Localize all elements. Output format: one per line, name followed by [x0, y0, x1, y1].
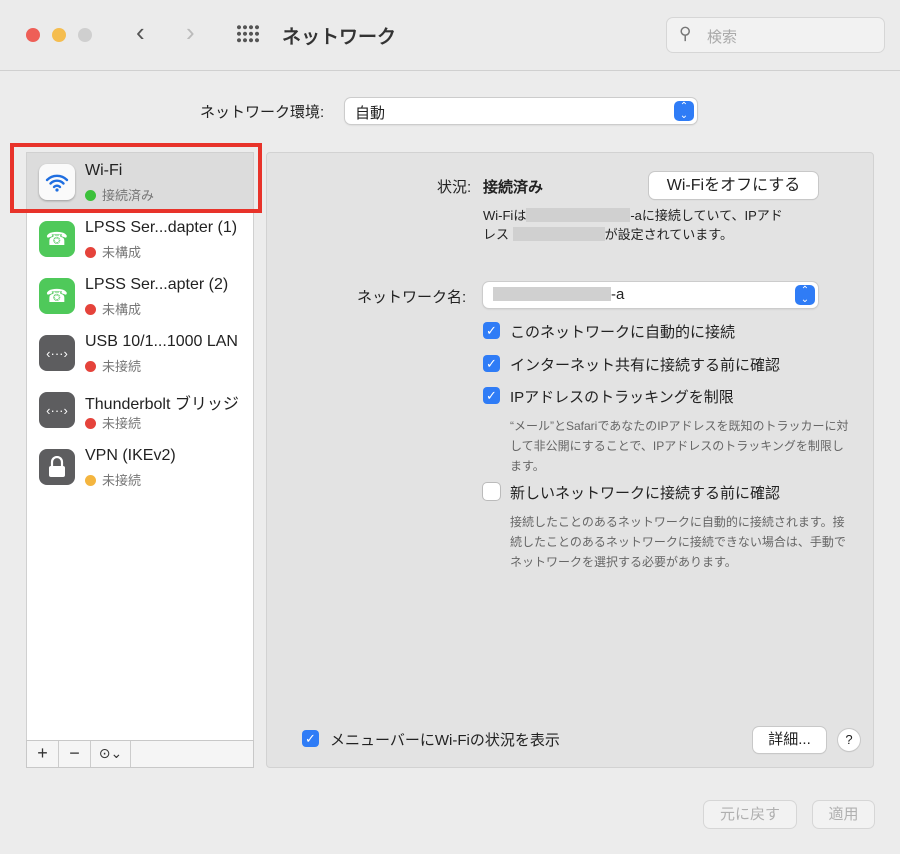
location-label: ネットワーク環境: [200, 104, 325, 121]
redacted-ssid [493, 287, 611, 301]
title-bar: ‹ › ネットワーク ⚲ 検索 [0, 0, 900, 71]
service-item-lpss-2[interactable]: ☎ LPSS Ser...apter (2) 未構成 [27, 267, 253, 324]
service-name: LPSS Ser...apter (2) [85, 276, 229, 293]
zoom-button[interactable] [78, 28, 92, 42]
phone-icon: ☎ [39, 221, 75, 257]
status-value: 接続済み [483, 179, 544, 196]
service-name: Thunderbolt ブリッジ [85, 396, 239, 413]
ethernet-icon: ‹···› [39, 392, 75, 428]
network-name-value: -a [611, 286, 625, 303]
lock-icon [39, 449, 75, 485]
service-name: USB 10/1...1000 LAN [85, 333, 238, 350]
remove-service-button[interactable]: − [59, 741, 91, 767]
tracking-note: “メール”とSafariであなたのIPアドレスを既知のトラッカーに対して非公開に… [510, 419, 849, 473]
desc-text: Wi-Fiは [483, 208, 527, 223]
redacted-ip [512, 227, 605, 241]
wifi-off-button[interactable]: Wi-Fiをオフにする [649, 172, 818, 199]
service-status: 未接続 [102, 416, 142, 431]
close-button[interactable] [26, 28, 40, 42]
minimize-button[interactable] [52, 28, 66, 42]
service-status: 未構成 [102, 245, 142, 260]
service-status: 未接続 [102, 473, 142, 488]
status-label: 状況: [437, 179, 472, 196]
status-dot [85, 247, 96, 258]
desc-text: が設定されています。 [604, 227, 733, 242]
search-icon: ⚲ [679, 24, 692, 43]
more-actions-button[interactable]: ⊙⌄ [91, 741, 131, 767]
stepper-icon: ⌃ ⌄ [795, 285, 815, 305]
window-title: ネットワーク [282, 27, 397, 48]
service-list: Wi-Fi 接続済み ☎ LPSS Ser...dapter (1) 未構成 ☎… [26, 152, 254, 741]
ask-new-network-label: 新しいネットワークに接続する前に確認 [510, 485, 781, 502]
service-item-thunderbolt[interactable]: ‹···› Thunderbolt ブリッジ 未接続 [27, 381, 253, 438]
advanced-button[interactable]: 詳細... [753, 727, 826, 753]
back-button[interactable]: ‹ [136, 17, 145, 48]
ask-new-network-checkbox[interactable] [483, 483, 500, 500]
list-toolbar: + − ⊙⌄ [26, 740, 254, 768]
grid-icon[interactable] [236, 24, 260, 44]
redacted-ssid [526, 208, 631, 222]
auto-join-checkbox[interactable]: ✓ [483, 322, 500, 339]
phone-icon: ☎ [39, 278, 75, 314]
new-network-note: 接続したことのあるネットワークに自動的に接続されます。接続したことのあるネットワ… [510, 515, 846, 569]
search-input[interactable]: ⚲ 検索 [666, 17, 885, 53]
service-status: 未構成 [102, 302, 142, 317]
ethernet-icon: ‹···› [39, 335, 75, 371]
location-value: 自動 [355, 105, 386, 122]
search-placeholder: 検索 [707, 29, 738, 46]
revert-button[interactable]: 元に戻す [704, 801, 796, 828]
show-in-menubar-checkbox[interactable]: ✓ [302, 730, 319, 747]
add-service-button[interactable]: + [27, 741, 59, 767]
status-description: Wi-Fiは -aに接続していて、IPアド レス が設定されています。 [483, 206, 823, 244]
hotspot-confirm-label: インターネット共有に接続する前に確認 [510, 357, 781, 374]
show-in-menubar-label: メニューバーにWi-Fiの状況を表示 [330, 732, 560, 749]
network-name-label: ネットワーク名: [357, 289, 467, 306]
service-status: 未接続 [102, 359, 142, 374]
service-item-vpn[interactable]: VPN (IKEv2) 未接続 [27, 438, 253, 495]
limit-tracking-label: IPアドレスのトラッキングを制限 [510, 389, 734, 406]
service-item-usb-lan[interactable]: ‹···› USB 10/1...1000 LAN 未接続 [27, 324, 253, 381]
highlight-box [10, 143, 262, 213]
status-dot [85, 361, 96, 372]
status-dot [85, 475, 96, 486]
location-select[interactable]: 自動 ⌃ ⌄ [345, 98, 697, 124]
forward-button[interactable]: › [186, 17, 195, 48]
auto-join-label: このネットワークに自動的に接続 [510, 324, 736, 341]
desc-text: -aに接続していて、IPアド [630, 208, 783, 223]
limit-tracking-checkbox[interactable]: ✓ [483, 387, 500, 404]
network-name-select[interactable]: -a ⌃ ⌄ [483, 282, 818, 308]
help-button[interactable]: ? [838, 729, 860, 751]
service-name: LPSS Ser...dapter (1) [85, 219, 238, 236]
status-dot [85, 304, 96, 315]
service-item-lpss-1[interactable]: ☎ LPSS Ser...dapter (1) 未構成 [27, 210, 253, 267]
desc-text: レス [483, 227, 510, 242]
service-name: VPN (IKEv2) [85, 447, 176, 464]
apply-button[interactable]: 適用 [813, 801, 874, 828]
status-dot [85, 418, 96, 429]
hotspot-confirm-checkbox[interactable]: ✓ [483, 355, 500, 372]
stepper-icon: ⌃ ⌄ [674, 101, 694, 121]
